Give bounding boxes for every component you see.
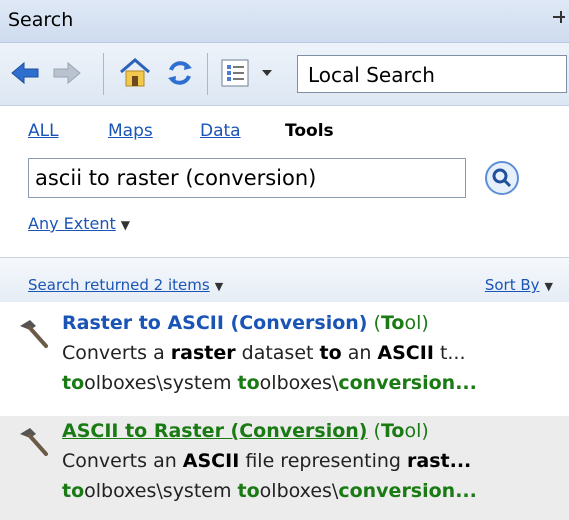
result-title-line: Raster to ASCII (Conversion) (Tool) [62, 312, 429, 334]
toolbar-separator [103, 53, 104, 95]
chevron-down-icon: ▼ [544, 280, 553, 293]
result-path: toolboxes\system toolboxes\conversion... [62, 480, 477, 502]
search-toolbar: Local Search [0, 43, 569, 106]
result-path: toolboxes\system toolboxes\conversion... [62, 372, 477, 394]
chevron-down-icon: ▼ [120, 218, 130, 232]
back-arrow-icon[interactable] [8, 56, 42, 90]
panel-title-bar: Search [0, 0, 569, 43]
result-description: Converts a raster dataset to an ASCII t.… [62, 342, 466, 364]
results-count-dropdown[interactable]: Search returned 2 items ▼ [28, 276, 223, 294]
view-options-icon[interactable] [218, 56, 282, 90]
result-title-line: ASCII to Raster (Conversion) (Tool) [62, 420, 429, 442]
tab-data[interactable]: Data [200, 121, 241, 141]
forward-arrow-icon[interactable] [50, 56, 84, 90]
home-icon[interactable] [116, 56, 154, 90]
results-count: Search returned 2 items [28, 276, 210, 294]
result-title[interactable]: ASCII to Raster (Conversion) [62, 420, 367, 442]
toolbar-separator [207, 53, 208, 95]
panel-title: Search [8, 9, 74, 31]
result-type: (Tool) [373, 312, 429, 334]
result-title[interactable]: Raster to ASCII (Conversion) [62, 312, 367, 334]
tab-all[interactable]: ALL [28, 121, 59, 141]
search-input[interactable]: ascii to raster (conversion) [28, 158, 466, 198]
result-item[interactable]: Raster to ASCII (Conversion) (Tool) Conv… [0, 308, 569, 412]
hammer-icon [14, 316, 50, 352]
chevron-down-icon: ▼ [214, 280, 224, 293]
result-type: (Tool) [373, 420, 429, 442]
hammer-icon [14, 424, 50, 460]
result-description: Converts an ASCII file representing rast… [62, 450, 472, 472]
result-item[interactable]: ASCII to Raster (Conversion) (Tool) Conv… [0, 416, 569, 520]
results-header: Search returned 2 items ▼ Sort By ▼ [0, 258, 569, 302]
pin-icon[interactable] [551, 8, 567, 31]
extent-label: Any Extent [28, 214, 116, 233]
extent-dropdown[interactable]: Any Extent ▼ [28, 214, 130, 233]
sort-by-label: Sort By [484, 276, 540, 294]
tab-maps[interactable]: Maps [108, 121, 153, 141]
search-scope-dropdown[interactable]: Local Search [297, 55, 567, 93]
sort-by-dropdown[interactable]: Sort By ▼ [485, 276, 553, 294]
refresh-icon[interactable] [163, 56, 197, 90]
search-button[interactable] [484, 160, 520, 196]
tab-tools[interactable]: Tools [285, 121, 334, 141]
